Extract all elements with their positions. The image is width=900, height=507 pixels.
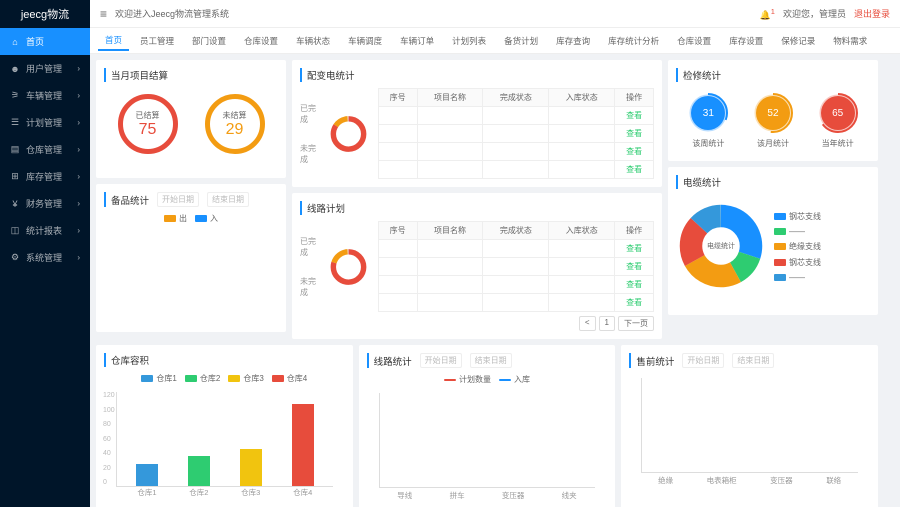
chevron-right-icon: › bbox=[77, 118, 80, 127]
card-title: 仓库容积 bbox=[104, 353, 345, 367]
sidebar-item-5[interactable]: ⊞库存管理› bbox=[0, 163, 90, 190]
date-start-input[interactable]: 开始日期 bbox=[157, 192, 199, 207]
card-storage: 仓库容积 仓库1仓库2仓库3仓库4 120100806040200 仓库1仓库2… bbox=[96, 345, 353, 507]
card-title: 售前统计 开始日期 结束日期 bbox=[629, 353, 870, 368]
tab-0[interactable]: 首页 bbox=[98, 31, 129, 51]
chevron-right-icon: › bbox=[77, 172, 80, 181]
sidebar-item-8[interactable]: ⚙系统管理› bbox=[0, 244, 90, 271]
view-link[interactable]: 查看 bbox=[626, 165, 642, 174]
date-end-input[interactable]: 结束日期 bbox=[732, 353, 774, 368]
chevron-right-icon: › bbox=[77, 145, 80, 154]
tab-2[interactable]: 部门设置 bbox=[185, 32, 233, 50]
sale-line-chart bbox=[641, 378, 858, 473]
view-link[interactable]: 查看 bbox=[626, 111, 642, 120]
xianlu-table: 序号项目名称完成状态入库状态操作查看查看查看查看 bbox=[378, 221, 654, 312]
tab-12[interactable]: 库存设置 bbox=[722, 32, 770, 50]
date-start-input[interactable]: 开始日期 bbox=[682, 353, 724, 368]
tab-5[interactable]: 车辆调度 bbox=[341, 32, 389, 50]
chevron-right-icon: › bbox=[77, 64, 80, 73]
settled-circle: 已结算 75 bbox=[118, 94, 178, 154]
view-link[interactable]: 查看 bbox=[626, 147, 642, 156]
repair-gauge: 31 bbox=[687, 92, 729, 134]
card-title: 当月项目结算 bbox=[104, 68, 278, 82]
card-repair: 检修统计 31该周统计52该月统计65当年统计 bbox=[668, 60, 878, 161]
tab-6[interactable]: 车辆订单 bbox=[393, 32, 441, 50]
tab-1[interactable]: 员工管理 bbox=[133, 32, 181, 50]
tab-11[interactable]: 仓库设置 bbox=[670, 32, 718, 50]
view-link[interactable]: 查看 bbox=[626, 280, 642, 289]
topbar: ≡ 欢迎进入Jeecg物流管理系统 🔔1 欢迎您，管理员 退出登录 bbox=[90, 0, 900, 28]
card-title: 线路统计 开始日期 结束日期 bbox=[367, 353, 608, 368]
card-title: 线路计划 bbox=[300, 201, 654, 215]
card-xianlu-stat: 线路统计 开始日期 结束日期 计划数量 入库 导线拼车变压器线夹 bbox=[359, 345, 616, 507]
xianlu-line-chart bbox=[379, 393, 596, 488]
view-link[interactable]: 查看 bbox=[626, 298, 642, 307]
menu-icon: ⚙ bbox=[10, 253, 20, 263]
user-greeting: 欢迎您，管理员 bbox=[783, 7, 846, 20]
app-logo: jeecg物流 bbox=[0, 0, 90, 28]
card-title: 检修统计 bbox=[676, 68, 870, 82]
date-start-input[interactable]: 开始日期 bbox=[420, 353, 462, 368]
view-link[interactable]: 查看 bbox=[626, 244, 642, 253]
chevron-right-icon: › bbox=[77, 91, 80, 100]
date-end-input[interactable]: 结束日期 bbox=[470, 353, 512, 368]
card-xianlu-plan: 线路计划 已完成未完成 序号项目名称完成状态入库状态操作查看查看查看查看 <1下… bbox=[292, 193, 662, 339]
card-settlement: 当月项目结算 已结算 75 未结算 29 bbox=[96, 60, 286, 178]
sidebar-item-7[interactable]: ◫统计报表› bbox=[0, 217, 90, 244]
repair-gauge: 52 bbox=[752, 92, 794, 134]
tab-bar: 首页员工管理部门设置仓库设置车辆状态车辆调度车辆订单计划列表备货计划库存查询库存… bbox=[90, 28, 900, 54]
bell-icon[interactable]: 🔔1 bbox=[760, 7, 775, 21]
card-sale: 售前统计 开始日期 结束日期 绝缘电表箱柜变压器联络 bbox=[621, 345, 878, 507]
pager[interactable]: <1下一页 bbox=[300, 316, 654, 331]
peidian-table: 序号项目名称完成状态入库状态操作查看查看查看查看 bbox=[378, 88, 654, 179]
sidebar-item-6[interactable]: ¥财务管理› bbox=[0, 190, 90, 217]
welcome-text: 欢迎进入Jeecg物流管理系统 bbox=[115, 7, 229, 20]
menu-icon: ¥ bbox=[10, 199, 20, 209]
menu-icon: ▤ bbox=[10, 145, 20, 155]
menu-icon: ⚞ bbox=[10, 91, 20, 101]
tab-7[interactable]: 计划列表 bbox=[445, 32, 493, 50]
menu-icon: ☻ bbox=[10, 64, 20, 74]
sidebar-item-1[interactable]: ☻用户管理› bbox=[0, 55, 90, 82]
menu-icon: ☰ bbox=[10, 118, 20, 128]
chevron-right-icon: › bbox=[77, 253, 80, 262]
sidebar-item-0[interactable]: ⌂首页 bbox=[0, 28, 90, 55]
sidebar-item-3[interactable]: ☰计划管理› bbox=[0, 109, 90, 136]
card-title: 电缆统计 bbox=[676, 175, 870, 189]
card-diandu: 电缆统计 电缆统计 钢芯支线——绝缘支线钢芯 bbox=[668, 167, 878, 315]
tab-10[interactable]: 库存统计分析 bbox=[601, 32, 666, 50]
card-title: 配变电统计 bbox=[300, 68, 654, 82]
tab-4[interactable]: 车辆状态 bbox=[289, 32, 337, 50]
view-link[interactable]: 查看 bbox=[626, 129, 642, 138]
xianlu-donut-chart bbox=[329, 242, 368, 292]
chevron-right-icon: › bbox=[77, 199, 80, 208]
unsettled-circle: 未结算 29 bbox=[205, 94, 265, 154]
card-title: 备品统计 开始日期 结束日期 bbox=[104, 192, 278, 207]
date-end-input[interactable]: 结束日期 bbox=[207, 192, 249, 207]
menu-icon: ⊞ bbox=[10, 172, 20, 182]
tab-3[interactable]: 仓库设置 bbox=[237, 32, 285, 50]
view-link[interactable]: 查看 bbox=[626, 262, 642, 271]
diandu-pie-chart: 电缆统计 bbox=[676, 201, 766, 291]
tab-13[interactable]: 保修记录 bbox=[774, 32, 822, 50]
menu-icon: ◫ bbox=[10, 226, 20, 236]
sidebar-item-2[interactable]: ⚞车辆管理› bbox=[0, 82, 90, 109]
storage-bar-chart: 120100806040200 仓库1仓库2仓库3仓库4 bbox=[116, 392, 333, 487]
card-backup: 备品统计 开始日期 结束日期 出 入 bbox=[96, 184, 286, 332]
peidian-donut-chart bbox=[329, 109, 368, 159]
menu-icon: ⌂ bbox=[10, 37, 20, 47]
tab-8[interactable]: 备货计划 bbox=[497, 32, 545, 50]
nav-menu: ⌂首页☻用户管理›⚞车辆管理›☰计划管理›▤仓库管理›⊞库存管理›¥财务管理›◫… bbox=[0, 28, 90, 507]
logout-link[interactable]: 退出登录 bbox=[854, 7, 890, 20]
sidebar: jeecg物流 ⌂首页☻用户管理›⚞车辆管理›☰计划管理›▤仓库管理›⊞库存管理… bbox=[0, 0, 90, 507]
menu-toggle-icon[interactable]: ≡ bbox=[100, 7, 107, 21]
tab-14[interactable]: 物料需求 bbox=[826, 32, 874, 50]
sidebar-item-4[interactable]: ▤仓库管理› bbox=[0, 136, 90, 163]
card-peidian: 配变电统计 已完成未完成 序号项目名称完成状态入库状态操作查看查看查看查看 bbox=[292, 60, 662, 187]
repair-gauge: 65 bbox=[817, 92, 859, 134]
chevron-right-icon: › bbox=[77, 226, 80, 235]
tab-9[interactable]: 库存查询 bbox=[549, 32, 597, 50]
